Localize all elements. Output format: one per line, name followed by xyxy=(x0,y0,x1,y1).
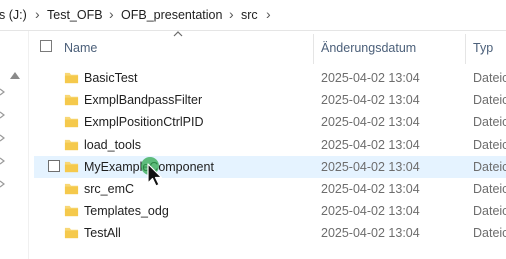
file-name: ExmplBandpassFilter xyxy=(84,93,203,107)
row-checkbox[interactable] xyxy=(48,160,60,172)
file-name: BasicTest xyxy=(84,71,138,85)
expand-chevron-icon[interactable] xyxy=(0,134,6,142)
folder-icon xyxy=(64,116,79,128)
file-name: load_tools xyxy=(84,138,141,152)
list-item[interactable]: load_tools 2025-04-02 13:04 Dateic xyxy=(34,134,506,156)
file-date: 2025-04-02 13:04 xyxy=(321,226,420,240)
list-item[interactable]: ExmplBandpassFilter 2025-04-02 13:04 Dat… xyxy=(34,89,506,111)
file-name: Templates_odg xyxy=(84,204,169,218)
file-date: 2025-04-02 13:04 xyxy=(321,160,420,174)
navigation-pane[interactable] xyxy=(0,31,29,259)
file-type: Dateic xyxy=(473,226,506,240)
file-type: Dateic xyxy=(473,182,506,196)
breadcrumb-test-ofb[interactable]: Test_OFB xyxy=(47,8,103,22)
mouse-cursor-icon xyxy=(141,157,163,187)
breadcrumb-separator[interactable]: › xyxy=(266,6,271,22)
breadcrumb-separator[interactable]: › xyxy=(229,6,234,22)
file-name: src_emC xyxy=(84,182,135,196)
list-item[interactable]: Templates_odg 2025-04-02 13:04 Dateic xyxy=(34,200,506,222)
expand-chevron-icon[interactable] xyxy=(0,180,6,188)
file-type: Dateic xyxy=(473,71,506,85)
breadcrumb-drive[interactable]: s (J:) xyxy=(0,8,27,22)
column-header-type[interactable]: Typ xyxy=(473,41,493,55)
file-type: Dateic xyxy=(473,138,506,152)
expand-chevron-icon[interactable] xyxy=(0,88,6,96)
list-item[interactable]: TestAll 2025-04-02 13:04 Dateic xyxy=(34,222,506,244)
folder-icon xyxy=(64,94,79,106)
column-divider[interactable] xyxy=(313,34,314,64)
expand-chevron-icon[interactable] xyxy=(0,111,6,119)
list-item[interactable]: ExmplPositionCtrlPID 2025-04-02 13:04 Da… xyxy=(34,111,506,133)
file-name: ExmplPositionCtrlPID xyxy=(84,115,204,129)
column-header-date[interactable]: Änderungsdatum xyxy=(321,41,416,55)
file-type: Dateic xyxy=(473,93,506,107)
folder-icon xyxy=(64,72,79,84)
column-header-name[interactable]: Name xyxy=(64,41,97,55)
breadcrumb-src[interactable]: src xyxy=(241,8,258,22)
breadcrumb-separator[interactable]: › xyxy=(35,6,40,22)
address-bar[interactable]: s (J:) › Test_OFB › OFB_presentation › s… xyxy=(0,0,506,31)
file-date: 2025-04-02 13:04 xyxy=(321,115,420,129)
list-item[interactable]: src_emC 2025-04-02 13:04 Dateic xyxy=(34,178,506,200)
file-type: Dateic xyxy=(473,115,506,129)
file-name: TestAll xyxy=(84,226,121,240)
folder-icon xyxy=(64,183,79,195)
file-date: 2025-04-02 13:04 xyxy=(321,71,420,85)
file-type: Dateic xyxy=(473,204,506,218)
file-date: 2025-04-02 13:04 xyxy=(321,93,420,107)
list-item[interactable]: BasicTest 2025-04-02 13:04 Dateic xyxy=(34,67,506,89)
select-all-checkbox[interactable] xyxy=(40,40,52,52)
expand-chevron-icon[interactable] xyxy=(0,157,6,165)
folder-icon xyxy=(64,139,79,151)
column-divider[interactable] xyxy=(465,34,466,64)
list-item-hovered[interactable]: MyExampleComponent 2025-04-02 13:04 Date… xyxy=(34,156,506,178)
file-date: 2025-04-02 13:04 xyxy=(321,182,420,196)
file-date: 2025-04-02 13:04 xyxy=(321,138,420,152)
breadcrumb-separator[interactable]: › xyxy=(109,6,114,22)
file-type: Dateic xyxy=(473,160,506,174)
folder-icon xyxy=(64,205,79,217)
scroll-up-icon[interactable] xyxy=(9,71,21,81)
folder-icon xyxy=(64,227,79,239)
folder-icon xyxy=(64,161,79,173)
breadcrumb-ofb-presentation[interactable]: OFB_presentation xyxy=(121,8,222,22)
sort-ascending-icon xyxy=(173,31,183,37)
file-date: 2025-04-02 13:04 xyxy=(321,204,420,218)
